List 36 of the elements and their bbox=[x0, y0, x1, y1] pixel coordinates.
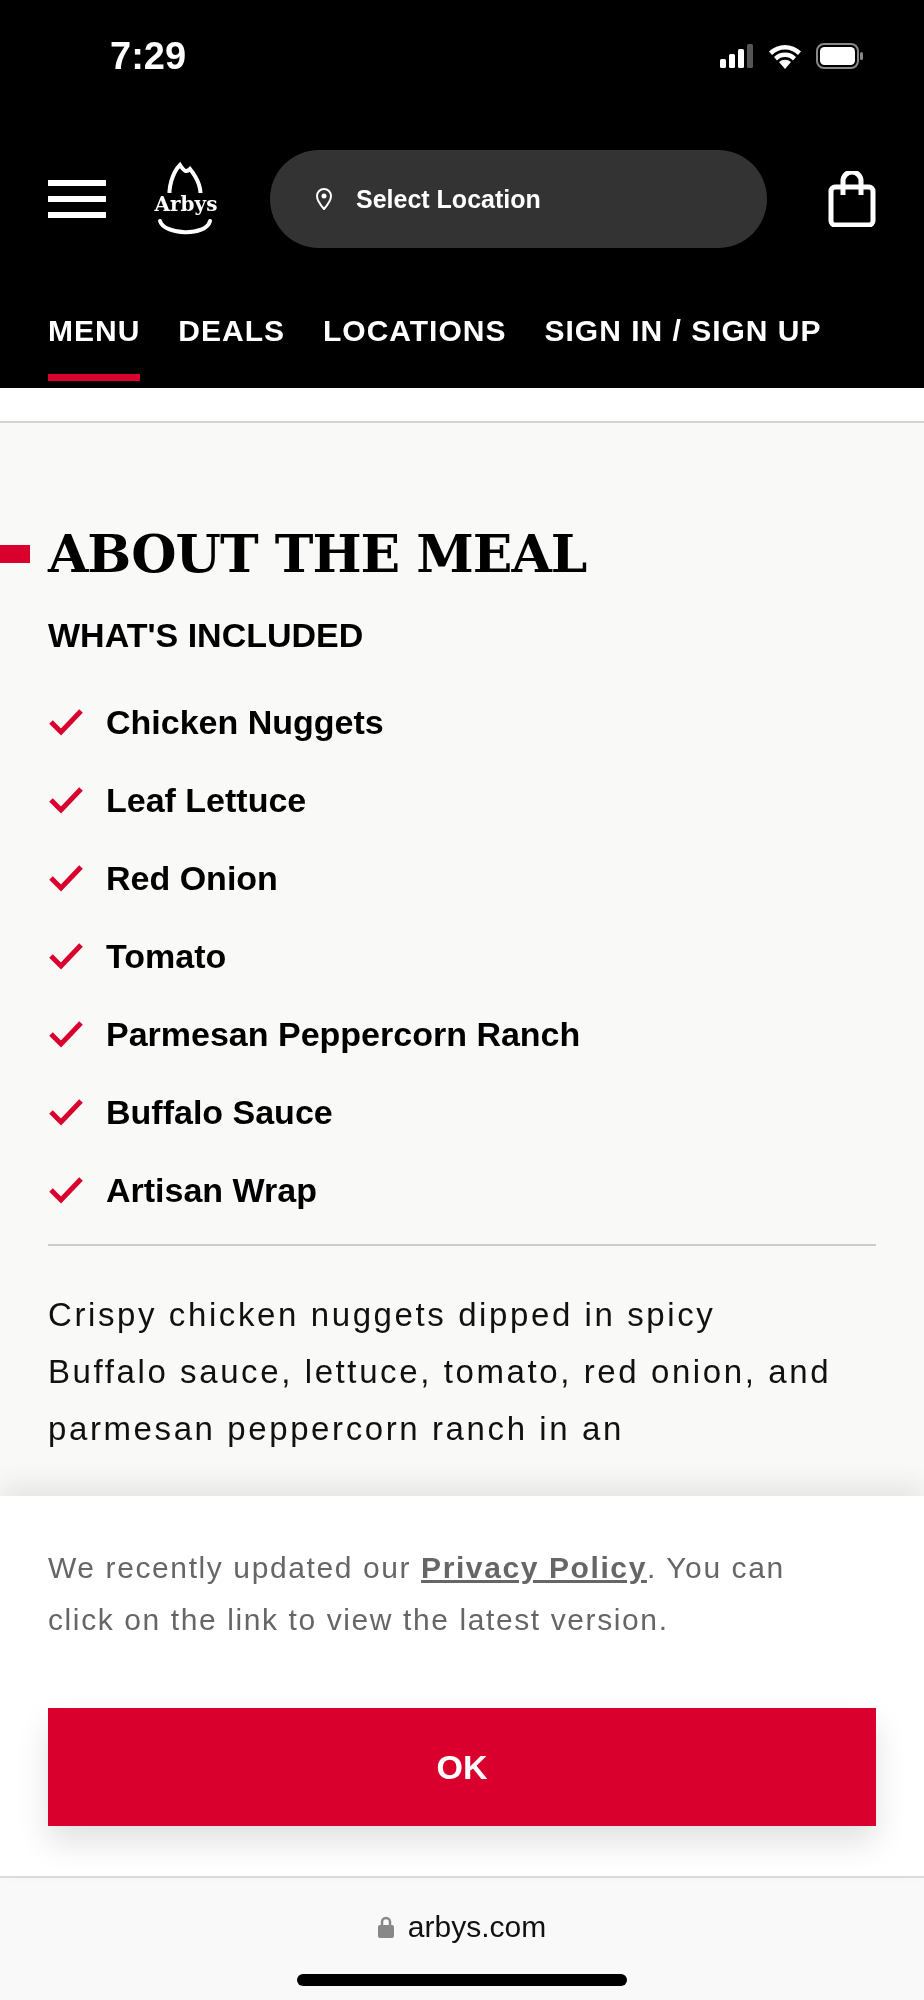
privacy-notice-text: We recently updated our Privacy Policy. You can click on the link to view the latest version. bbox=[48, 1550, 786, 1638]
check-icon bbox=[48, 1176, 84, 1204]
privacy-policy-link[interactable]: Privacy Policy bbox=[421, 1551, 647, 1584]
menu-icon[interactable] bbox=[48, 180, 106, 218]
meal-description: Crispy chicken nuggets dipped in spicy Buffalo sauce, lettuce, tomato, red onion, and parmesan peppercorn ranch in an bbox=[48, 1295, 833, 1449]
signal-icon bbox=[720, 44, 754, 68]
lock-icon bbox=[377, 1916, 394, 1938]
section-title: ABOUT THE MEAL bbox=[48, 523, 587, 584]
nav-tab[interactable]: DEALS bbox=[178, 304, 286, 381]
ingredient-label: Chicken Nuggets bbox=[106, 702, 384, 742]
ingredient-label: Red Onion bbox=[106, 858, 278, 898]
ingredient-label: Parmesan Peppercorn Ranch bbox=[106, 1014, 581, 1054]
ok-button[interactable]: OK bbox=[48, 1708, 876, 1826]
ingredient-label: Buffalo Sauce bbox=[106, 1092, 333, 1132]
check-icon bbox=[48, 1098, 84, 1126]
nav-tab[interactable]: MENU bbox=[48, 304, 141, 381]
ingredient-label: Leaf Lettuce bbox=[106, 780, 307, 820]
select-location-button[interactable]: Select Location bbox=[270, 150, 767, 248]
nav-tab[interactable]: LOCATIONS bbox=[323, 304, 507, 381]
check-icon bbox=[48, 1020, 84, 1048]
url-text[interactable]: arbys.com bbox=[407, 1910, 547, 1944]
logo-text: Arbys bbox=[153, 193, 219, 215]
shopping-bag-icon[interactable] bbox=[828, 171, 876, 227]
check-icon bbox=[48, 708, 84, 736]
check-icon bbox=[48, 786, 84, 814]
section-subtitle: WHAT'S INCLUDED bbox=[48, 616, 365, 655]
ingredient-label: Tomato bbox=[106, 936, 227, 976]
check-icon bbox=[48, 942, 84, 970]
check-icon bbox=[48, 864, 84, 892]
nav-tab[interactable]: SIGN IN / SIGN UP bbox=[544, 304, 822, 381]
status-time: 7:29 bbox=[110, 34, 187, 78]
location-pin-icon bbox=[316, 188, 332, 210]
wifi-icon bbox=[768, 43, 802, 69]
battery-icon bbox=[816, 43, 864, 69]
accent-bar bbox=[0, 544, 30, 563]
ingredient-label: Artisan Wrap bbox=[106, 1170, 317, 1210]
